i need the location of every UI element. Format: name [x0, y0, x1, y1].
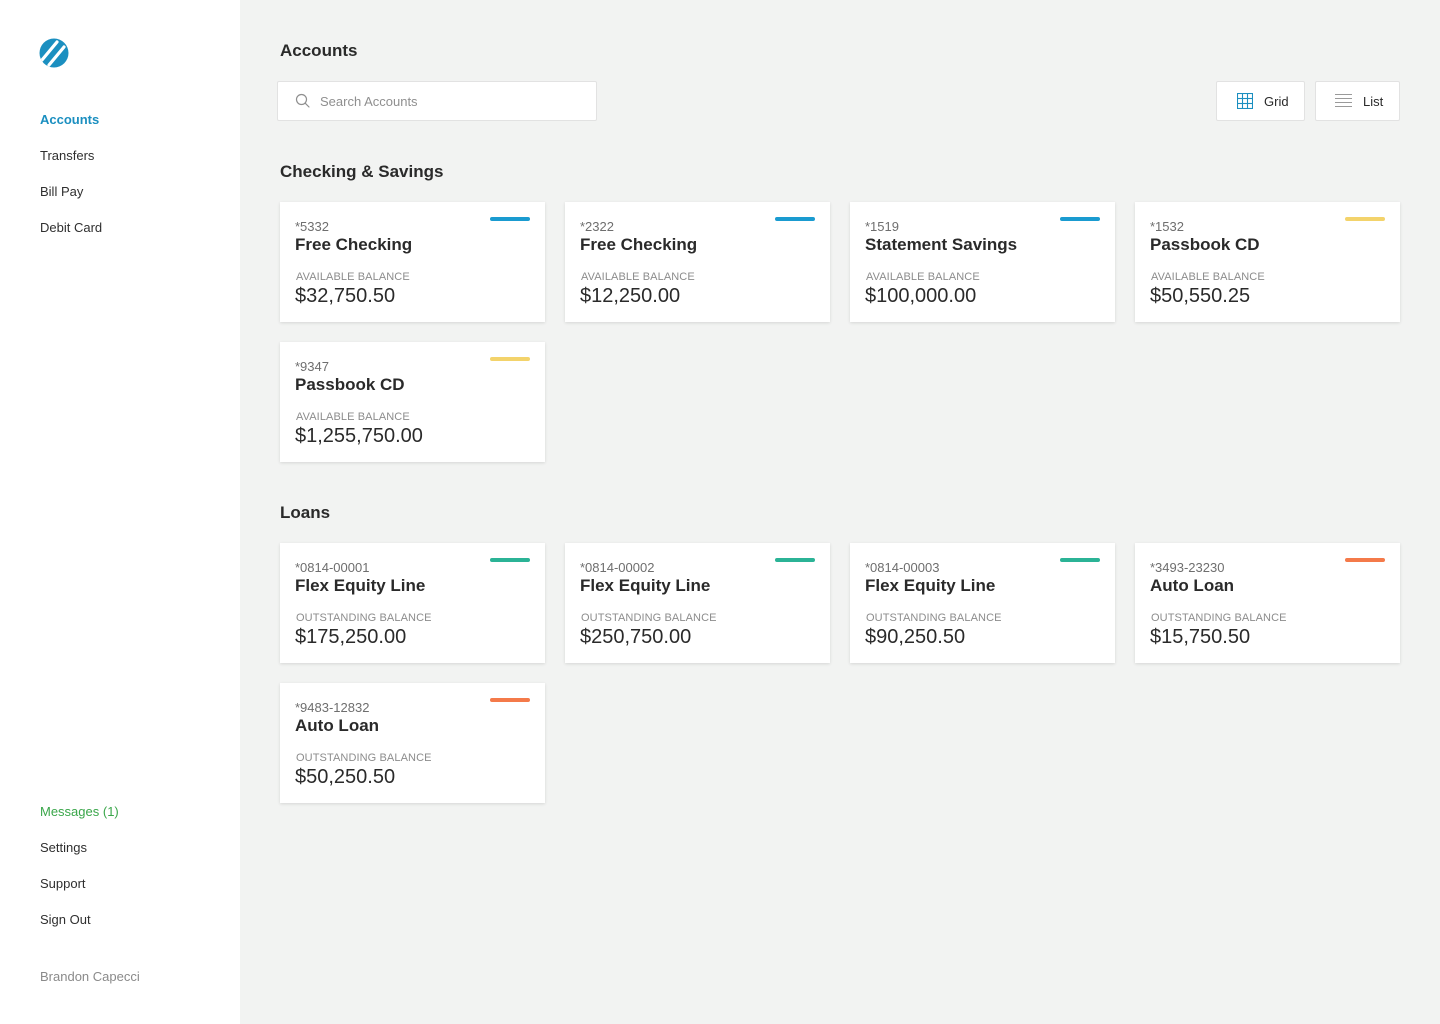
- account-type-stripe: [775, 217, 815, 221]
- account-number: *1532: [1150, 219, 1184, 234]
- account-type-stripe: [490, 558, 530, 562]
- account-number: *3493-23230: [1150, 560, 1225, 575]
- account-card[interactable]: *0814-00001 Flex Equity Line OUTSTANDING…: [280, 543, 545, 663]
- account-name: Statement Savings: [865, 235, 1018, 254]
- sidebar-item-sign-out[interactable]: Sign Out: [40, 912, 119, 948]
- user-name: Brandon Capecci: [40, 969, 140, 984]
- sidebar: Accounts Transfers Bill Pay Debit Card M…: [0, 0, 240, 1024]
- account-type-stripe: [1060, 217, 1100, 221]
- account-type-stripe: [490, 357, 530, 361]
- balance-label: OUTSTANDING BALANCE: [581, 612, 717, 624]
- account-name: Flex Equity Line: [580, 576, 711, 595]
- section-title-checking-savings: Checking & Savings: [280, 162, 444, 181]
- account-balance: $100,000.00: [865, 285, 977, 307]
- account-name: Passbook CD: [295, 375, 405, 394]
- balance-label: AVAILABLE BALANCE: [296, 271, 410, 283]
- sidebar-nav-secondary: Messages (1) Settings Support Sign Out: [40, 804, 119, 948]
- account-name: Flex Equity Line: [295, 576, 426, 595]
- account-card[interactable]: *9483-12832 Auto Loan OUTSTANDING BALANC…: [280, 683, 545, 803]
- account-name: Auto Loan: [1150, 576, 1235, 595]
- account-balance: $250,750.00: [580, 626, 692, 648]
- account-type-stripe: [490, 698, 530, 702]
- bank-logo-icon[interactable]: [38, 38, 71, 68]
- list-view-label: List: [1363, 93, 1384, 109]
- account-card[interactable]: *0814-00003 Flex Equity Line OUTSTANDING…: [850, 543, 1115, 663]
- list-icon: [1335, 93, 1352, 109]
- account-balance: $1,255,750.00: [295, 425, 423, 447]
- balance-label: OUTSTANDING BALANCE: [296, 612, 432, 624]
- account-balance: $12,250.00: [580, 285, 681, 307]
- account-card[interactable]: *3493-23230 Auto Loan OUTSTANDING BALANC…: [1135, 543, 1400, 663]
- account-type-stripe: [1345, 558, 1385, 562]
- account-name: Passbook CD: [1150, 235, 1260, 254]
- search-box[interactable]: [277, 81, 597, 121]
- account-balance: $175,250.00: [295, 626, 407, 648]
- account-card[interactable]: *0814-00002 Flex Equity Line OUTSTANDING…: [565, 543, 830, 663]
- sidebar-item-debit-card[interactable]: Debit Card: [40, 220, 102, 256]
- account-card[interactable]: *5332 Free Checking AVAILABLE BALANCE $3…: [280, 202, 545, 322]
- account-name: Free Checking: [580, 235, 698, 254]
- search-icon: [295, 93, 311, 109]
- account-number: *9483-12832: [295, 700, 370, 715]
- balance-label: OUTSTANDING BALANCE: [866, 612, 1002, 624]
- sidebar-item-messages[interactable]: Messages (1): [40, 804, 119, 840]
- balance-label: AVAILABLE BALANCE: [1151, 271, 1265, 283]
- search-input[interactable]: [320, 93, 580, 109]
- balance-label: OUTSTANDING BALANCE: [296, 752, 432, 764]
- section-title-loans: Loans: [280, 503, 331, 522]
- account-name: Auto Loan: [295, 716, 380, 735]
- account-number: *5332: [295, 219, 329, 234]
- balance-label: AVAILABLE BALANCE: [296, 411, 410, 423]
- balance-label: AVAILABLE BALANCE: [581, 271, 695, 283]
- account-name: Flex Equity Line: [865, 576, 996, 595]
- sidebar-nav-primary: Accounts Transfers Bill Pay Debit Card: [40, 112, 102, 256]
- balance-label: OUTSTANDING BALANCE: [1151, 612, 1287, 624]
- account-balance: $90,250.50: [865, 626, 966, 648]
- account-balance: $32,750.50: [295, 285, 396, 307]
- page-title: Accounts: [280, 41, 358, 60]
- account-name: Free Checking: [295, 235, 413, 254]
- sidebar-item-settings[interactable]: Settings: [40, 840, 119, 876]
- account-number: *2322: [580, 219, 614, 234]
- balance-label: AVAILABLE BALANCE: [866, 271, 980, 283]
- account-number: *0814-00001: [295, 560, 370, 575]
- account-number: *9347: [295, 359, 329, 374]
- account-type-stripe: [1345, 217, 1385, 221]
- account-balance: $50,250.50: [295, 766, 396, 788]
- account-card[interactable]: *1532 Passbook CD AVAILABLE BALANCE $50,…: [1135, 202, 1400, 322]
- account-balance: $50,550.25: [1150, 285, 1251, 307]
- account-number: *1519: [865, 219, 899, 234]
- sidebar-item-transfers[interactable]: Transfers: [40, 148, 102, 184]
- grid-view-label: Grid: [1264, 93, 1289, 109]
- account-balance: $15,750.50: [1150, 626, 1251, 648]
- grid-icon: [1237, 93, 1253, 109]
- sidebar-item-bill-pay[interactable]: Bill Pay: [40, 184, 102, 220]
- grid-view-button[interactable]: Grid: [1216, 81, 1305, 121]
- sidebar-item-support[interactable]: Support: [40, 876, 119, 912]
- account-type-stripe: [490, 217, 530, 221]
- sidebar-item-accounts[interactable]: Accounts: [40, 112, 102, 148]
- account-number: *0814-00003: [865, 560, 940, 575]
- account-number: *0814-00002: [580, 560, 655, 575]
- account-type-stripe: [1060, 558, 1100, 562]
- account-card[interactable]: *1519 Statement Savings AVAILABLE BALANC…: [850, 202, 1115, 322]
- account-type-stripe: [775, 558, 815, 562]
- account-card[interactable]: *2322 Free Checking AVAILABLE BALANCE $1…: [565, 202, 830, 322]
- list-view-button[interactable]: List: [1315, 81, 1400, 121]
- account-card[interactable]: *9347 Passbook CD AVAILABLE BALANCE $1,2…: [280, 342, 545, 462]
